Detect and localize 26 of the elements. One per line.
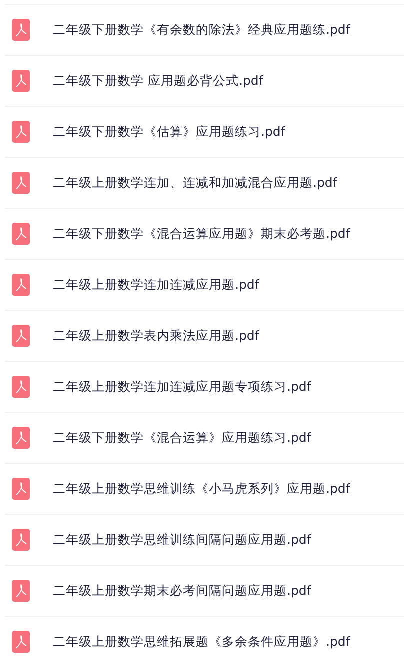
file-name[interactable]: 二年级上册数学思维拓展题《多余条件应用题》.pdf [53, 634, 350, 650]
pdf-file-icon [12, 121, 30, 143]
file-name[interactable]: 二年级下册数学《混合运算应用题》期末必考题.pdf [53, 226, 350, 242]
pdf-file-icon [12, 172, 30, 194]
file-name[interactable]: 二年级上册数学表内乘法应用题.pdf [53, 328, 260, 344]
file-name[interactable]: 二年级上册数学连加、连减和加减混合应用题.pdf [53, 174, 338, 192]
pdf-file-icon [12, 478, 30, 500]
pdf-file-icon [12, 70, 30, 92]
file-name[interactable]: 二年级上册数学连加连减应用题.pdf [53, 276, 260, 294]
file-name[interactable]: 二年级下册数学 应用题必背公式.pdf [53, 72, 264, 90]
file-name[interactable]: 二年级上册数学连加连减应用题专项练习.pdf [53, 378, 312, 396]
file-name[interactable]: 二年级上册数学期末必考间隔问题应用题.pdf [53, 582, 312, 600]
file-name[interactable]: 二年级下册数学《有余数的除法》经典应用题练.pdf [53, 22, 350, 38]
pdf-file-icon [12, 223, 30, 245]
pdf-file-icon [12, 19, 30, 41]
file-name[interactable]: 二年级上册数学思维训练《小马虎系列》应用题.pdf [53, 480, 350, 498]
pdf-file-icon [12, 631, 30, 653]
pdf-file-icon [12, 529, 30, 551]
pdf-file-icon [12, 376, 30, 398]
file-name[interactable]: 二年级下册数学《估算》应用题练习.pdf [53, 124, 286, 140]
pdf-file-icon [12, 274, 30, 296]
pdf-file-icon [12, 325, 30, 347]
pdf-file-icon [12, 427, 30, 449]
pdf-file-icon [12, 580, 30, 602]
file-name[interactable]: 二年级下册数学《混合运算》应用题练习.pdf [53, 430, 312, 446]
file-name[interactable]: 二年级上册数学思维训练间隔问题应用题.pdf [53, 532, 312, 548]
